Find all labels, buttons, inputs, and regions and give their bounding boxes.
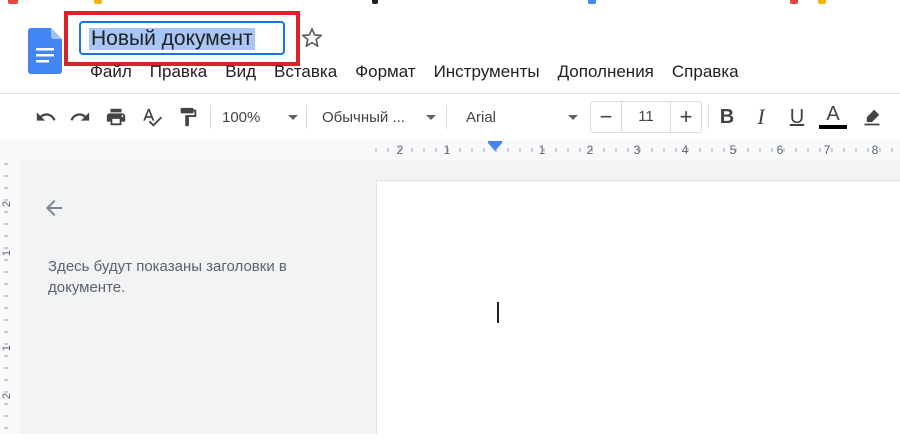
underline-button[interactable]: U [784,94,810,140]
menu-addons[interactable]: Дополнения [549,60,663,84]
text-color-button[interactable]: A [818,94,848,140]
chevron-down-icon [288,114,298,120]
indent-marker-icon[interactable] [488,143,502,151]
paint-format-icon[interactable] [174,94,202,140]
horizontal-ruler[interactable]: 2 1 1 2 3 4 5 6 7 8 [0,140,900,160]
paragraph-style-value: Обычный ... [322,108,405,126]
menu-format[interactable]: Формат [346,60,424,84]
ruler-label: 1 [539,143,546,157]
first-line-indent-marker[interactable] [488,141,502,143]
arrow-left-icon[interactable] [42,196,66,220]
chevron-down-icon [568,114,578,120]
toolbar-divider [306,105,307,129]
underline-label: U [789,105,805,128]
vertical-ruler[interactable]: 2 1 1 2 [0,160,21,434]
redo-icon[interactable] [66,94,94,140]
browser-tab-strip [0,0,900,6]
menu-help[interactable]: Справка [663,60,748,84]
ruler-label: 5 [730,143,737,157]
text-color-swatch [819,125,847,129]
ruler-label: 4 [682,143,689,157]
document-page[interactable] [376,180,900,434]
font-family-dropdown[interactable]: Arial [466,94,578,140]
toolbar: 100% Обычный ... Arial − 11 + B I U A [0,93,900,141]
text-color-label: A [826,103,840,125]
ruler-label: 2 [587,143,594,157]
ruler-label: 1 [1,345,13,351]
menu-file[interactable]: Файл [81,60,141,84]
font-size-stepper: − 11 + [590,101,702,133]
spellcheck-icon[interactable] [138,94,166,140]
text-cursor [497,302,499,323]
outline-empty-message: Здесь будут показаны заголовки в докумен… [48,258,287,296]
ruler-label: 6 [777,143,784,157]
zoom-dropdown[interactable]: 100% [222,94,298,140]
decrease-font-size-button[interactable]: − [591,102,622,132]
zoom-value: 100% [222,108,261,126]
paragraph-style-dropdown[interactable]: Обычный ... [322,94,436,140]
ruler-label: 3 [634,143,641,157]
google-docs-logo-icon[interactable] [28,28,62,74]
undo-icon[interactable] [32,94,60,140]
toolbar-divider [210,105,211,129]
ruler-label: 8 [872,143,879,157]
menu-bar: Файл Правка Вид Вставка Формат Инструмен… [81,60,748,84]
highlight-pen-icon[interactable] [858,94,886,140]
toolbar-divider [446,105,447,129]
menu-edit[interactable]: Правка [141,60,216,84]
print-icon[interactable] [102,94,130,140]
menu-view[interactable]: Вид [216,60,265,84]
menu-tools[interactable]: Инструменты [425,60,549,84]
ruler-label: 2 [1,201,13,207]
menu-insert[interactable]: Вставка [265,60,346,84]
ruler-label: 1 [1,250,13,256]
bold-button[interactable]: B [714,94,740,140]
document-title-text: Новый документ [89,27,255,50]
italic-button[interactable]: I [748,94,774,140]
bold-label: B [719,105,735,128]
ruler-label: 7 [824,143,831,157]
ruler-label: 2 [397,143,404,157]
document-title-input[interactable]: Новый документ [79,21,285,55]
italic-label: I [757,104,765,129]
chevron-down-icon [426,114,436,120]
font-size-input[interactable]: 11 [622,102,670,132]
ruler-label: 2 [1,393,13,399]
toolbar-divider [708,105,709,129]
star-icon[interactable] [299,25,325,51]
font-family-value: Arial [466,108,497,126]
ruler-label: 1 [444,143,451,157]
increase-font-size-button[interactable]: + [670,102,701,132]
